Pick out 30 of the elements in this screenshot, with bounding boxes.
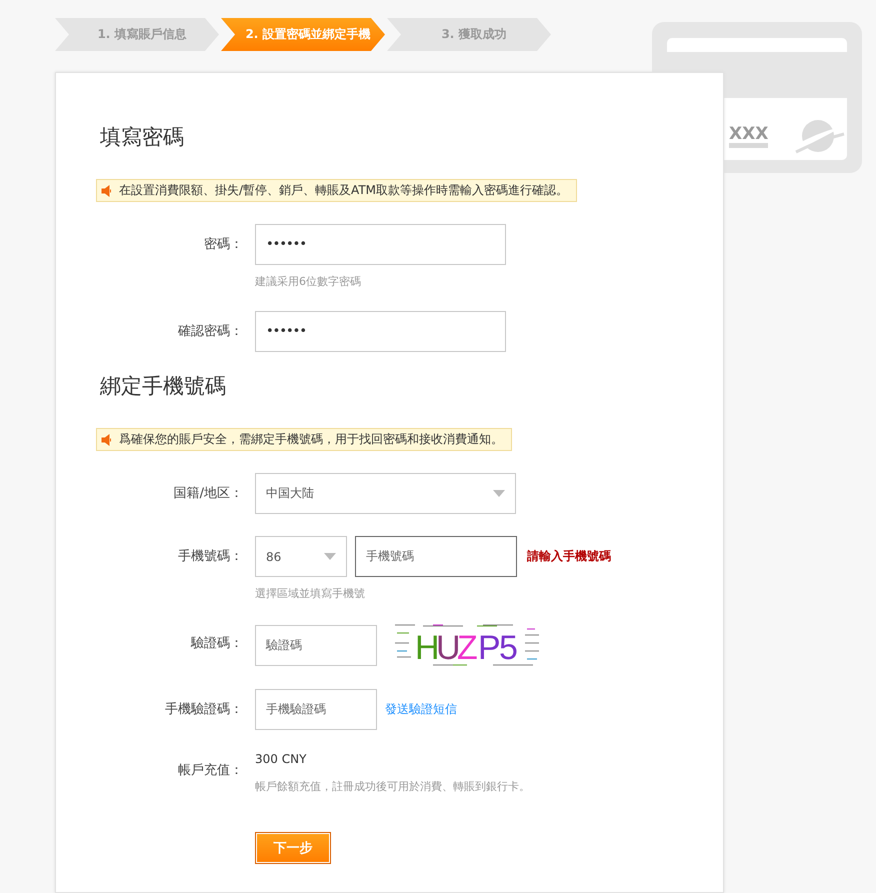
notice-text: 在設置消費限額、掛失/暫停、銷戶、轉賬及ATM取款等操作時需輸入密碼進行確認。 bbox=[119, 183, 568, 198]
field-label: 帳戶充值： bbox=[177, 762, 243, 780]
hint-text: 帳戶餘額充值，註冊成功後可用於消費、轉賬到銀行卡。 bbox=[255, 780, 531, 794]
field-label: 驗證碼： bbox=[190, 635, 243, 653]
field-label: 密碼： bbox=[203, 236, 243, 254]
send-sms-link[interactable]: 發送驗證短信 bbox=[385, 701, 457, 718]
code-dropdown[interactable]: 86 bbox=[255, 536, 347, 577]
sms-code-field[interactable]: 手機驗證碼 bbox=[255, 689, 377, 730]
speaker-icon bbox=[101, 184, 113, 196]
field-label: 手機號碼： bbox=[177, 548, 243, 566]
card-number: XXX bbox=[729, 124, 768, 148]
country-dropdown[interactable]: 中国大陆 bbox=[255, 473, 516, 514]
section-title: 填寫密碼 bbox=[100, 124, 185, 151]
section-title: 綁定手機號碼 bbox=[100, 373, 227, 400]
caret-icon bbox=[324, 553, 336, 560]
hint-text: 選擇區域並填寫手機號 bbox=[255, 587, 366, 601]
captcha-field[interactable]: 驗證碼 bbox=[255, 624, 377, 666]
speaker-icon bbox=[101, 434, 113, 446]
balance-value: 300 CNY bbox=[255, 751, 308, 768]
phone-field[interactable]: 手機號碼 bbox=[355, 536, 517, 577]
field-label: 確認密碼： bbox=[177, 323, 243, 341]
field-label: 国籍/地区： bbox=[172, 485, 243, 503]
password-field[interactable]: •••••• bbox=[255, 224, 506, 265]
field-label: 手機驗證碼： bbox=[164, 701, 243, 719]
password-field[interactable]: •••••• bbox=[255, 311, 506, 352]
captcha-image[interactable]: HUZP5 bbox=[393, 623, 543, 667]
notice-text: 爲確保您的賬戶安全，需綁定手機號碼，用于找回密碼和接收消費通知。 bbox=[119, 432, 503, 447]
hint-text: 建議采用6位數字密碼 bbox=[255, 275, 362, 289]
caret-icon bbox=[493, 490, 505, 497]
error-message: 請輸入手機號碼 bbox=[527, 548, 611, 565]
